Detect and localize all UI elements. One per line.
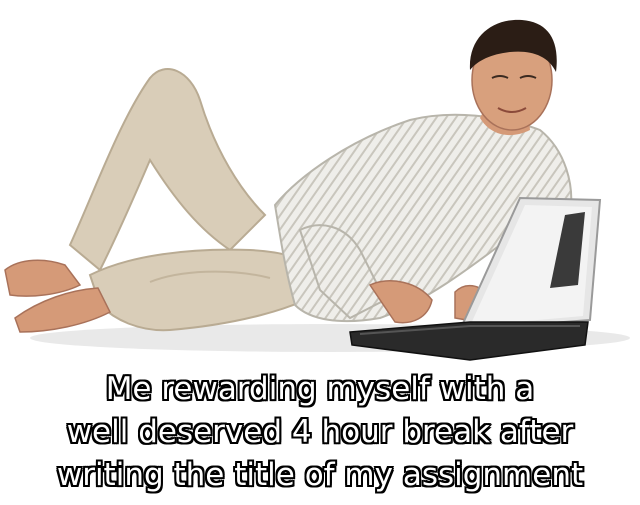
photo-man-lying-with-laptop: [4, 19, 630, 361]
caption-line-1: Me rewarding myself with a: [105, 370, 536, 408]
foot-left: [4, 259, 82, 297]
caption-line-2: well deserved 4 hour break after: [66, 413, 575, 451]
raised-leg: [68, 68, 267, 272]
meme-image: Me rewarding myself with a well deserved…: [0, 0, 640, 505]
meme-caption: Me rewarding myself with a well deserved…: [0, 368, 640, 497]
caption-line-3: writing the title of my assignment: [56, 456, 584, 494]
